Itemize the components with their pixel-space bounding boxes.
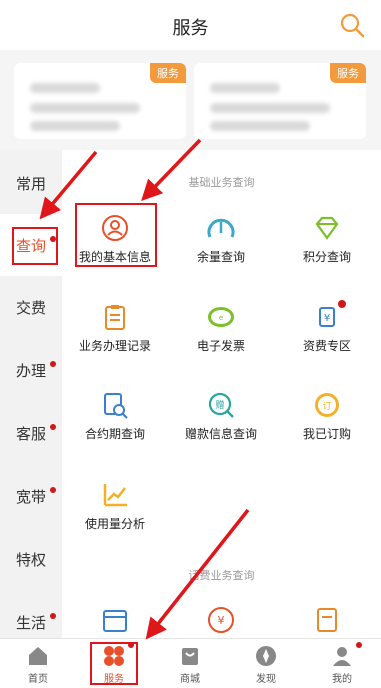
grid-item-bill[interactable] [274,595,380,638]
tab-label: 发现 [256,674,276,685]
grid-item-records[interactable]: 业务办理记录 [62,292,168,372]
grid-item-invoice[interactable]: e 电子发票 [168,292,274,372]
service-card-1[interactable]: 服务 [14,63,186,139]
grid-item-label: 余量查询 [196,250,245,264]
section-title: 基础业务查询 [188,176,255,189]
grid-item-usage[interactable]: 使用量分析 [62,470,168,550]
sidebar-item-label: 宽带 [15,487,46,506]
tab-profile[interactable]: 我的 [304,639,380,688]
sidebar-item-payment[interactable]: 交费 [0,276,62,338]
grid-item-gift[interactable]: 赠 赠款信息查询 [168,380,274,460]
notification-dot [50,487,56,493]
grid-item-label: 合约期查询 [84,427,145,441]
blurred-text [30,83,100,93]
tab-discover[interactable]: 发现 [228,639,304,688]
blurred-text [30,103,140,113]
service-cards: 服务 服务 [0,50,381,150]
sidebar-item-label: 交费 [15,298,46,317]
section-title: 话费业务查询 [188,569,255,582]
search-icon[interactable] [339,12,365,38]
sidebar-item-broadband[interactable]: 宽带 [0,465,62,527]
grid-item-label: 赠款信息查询 [184,427,257,441]
notification-dot [50,361,56,367]
tab-label: 首页 [28,674,48,685]
diamond-icon [315,216,339,240]
svg-text:订: 订 [322,401,331,412]
annotation-box [90,642,138,685]
tab-shop[interactable]: 商城 [152,639,228,688]
grid-item-contract[interactable]: 合约期查询 [62,380,168,460]
grid-item-label: 我已订购 [302,427,351,441]
annotation-box [75,203,157,267]
grid-item-tariff[interactable]: ¥ 资费专区 [274,292,380,372]
blurred-text [30,121,120,131]
sidebar-item-customer-service[interactable]: 客服 [0,402,62,464]
grid-item-label: 资费专区 [302,339,351,353]
sidebar-item-common[interactable]: 常用 [0,152,62,214]
new-badge [338,300,346,308]
shop-icon [182,648,198,665]
grid-item-balance[interactable]: 余量查询 [168,203,274,283]
annotation-box [12,227,58,265]
svg-text:赠: 赠 [215,399,224,411]
service-grid: 基础业务查询 我的基本信息 余量查询 积分查询 业务办理记录 e 电子发票 ¥ … [62,150,381,638]
header: 服务 [0,0,381,50]
tab-label: 商城 [180,674,200,685]
blurred-text [210,83,280,93]
sidebar-item-label: 常用 [15,174,46,193]
sidebar-item-label: 办理 [15,361,46,380]
sidebar-item-query[interactable]: 查询 [0,214,62,276]
grid-item-label: 使用量分析 [84,517,145,531]
home-icon [29,647,47,665]
grid-item-points[interactable]: 积分查询 [274,203,380,283]
sidebar-item-label: 客服 [15,424,46,443]
clipboard-icon [105,305,125,330]
grid-item-label: 业务办理记录 [78,339,151,353]
profile-icon [333,647,351,666]
subscribed-icon: 订 [315,393,339,417]
discover-icon [256,646,276,666]
bill-icon [317,608,337,632]
svg-text:e: e [219,314,223,322]
service-badge: 服务 [150,63,186,83]
blurred-text [210,103,330,113]
grid-item-subscribed[interactable]: 订 我已订购 [274,380,380,460]
page-title: 服务 [172,18,209,39]
gauge-icon [207,218,235,238]
calendar-icon [103,610,127,632]
notification-dot [50,424,56,430]
gift-search-icon: 赠 [208,392,234,418]
notification-dot [356,642,362,648]
service-badge: 服务 [330,63,366,83]
category-sidebar: 常用 查询 交费 办理 客服 宽带 特权 生活 [0,150,62,638]
chart-icon [103,484,127,507]
sidebar-item-label: 生活 [15,613,46,632]
grid-item-label: 积分查询 [302,250,351,264]
yuan-icon: ¥ [208,607,234,633]
grid-item-label: 电子发票 [196,339,245,353]
tab-label: 我的 [332,674,352,685]
invoice-icon: e [208,307,234,327]
svg-text:¥: ¥ [218,614,225,627]
grid-item-calendar[interactable] [62,595,168,638]
tab-home[interactable]: 首页 [0,639,76,688]
notification-dot [50,613,56,619]
tariff-icon: ¥ [319,307,335,327]
grid-item-fee[interactable]: ¥ [168,595,274,638]
sidebar-item-handle[interactable]: 办理 [0,339,62,401]
contract-search-icon [104,393,128,419]
svg-text:¥: ¥ [324,313,330,324]
sidebar-item-privilege[interactable]: 特权 [0,528,62,590]
sidebar-item-label: 特权 [15,550,46,569]
service-card-2[interactable]: 服务 [194,63,366,139]
bottom-tab-bar: 首页 服务 商城 发现 我的 [0,638,381,688]
blurred-text [210,121,310,131]
